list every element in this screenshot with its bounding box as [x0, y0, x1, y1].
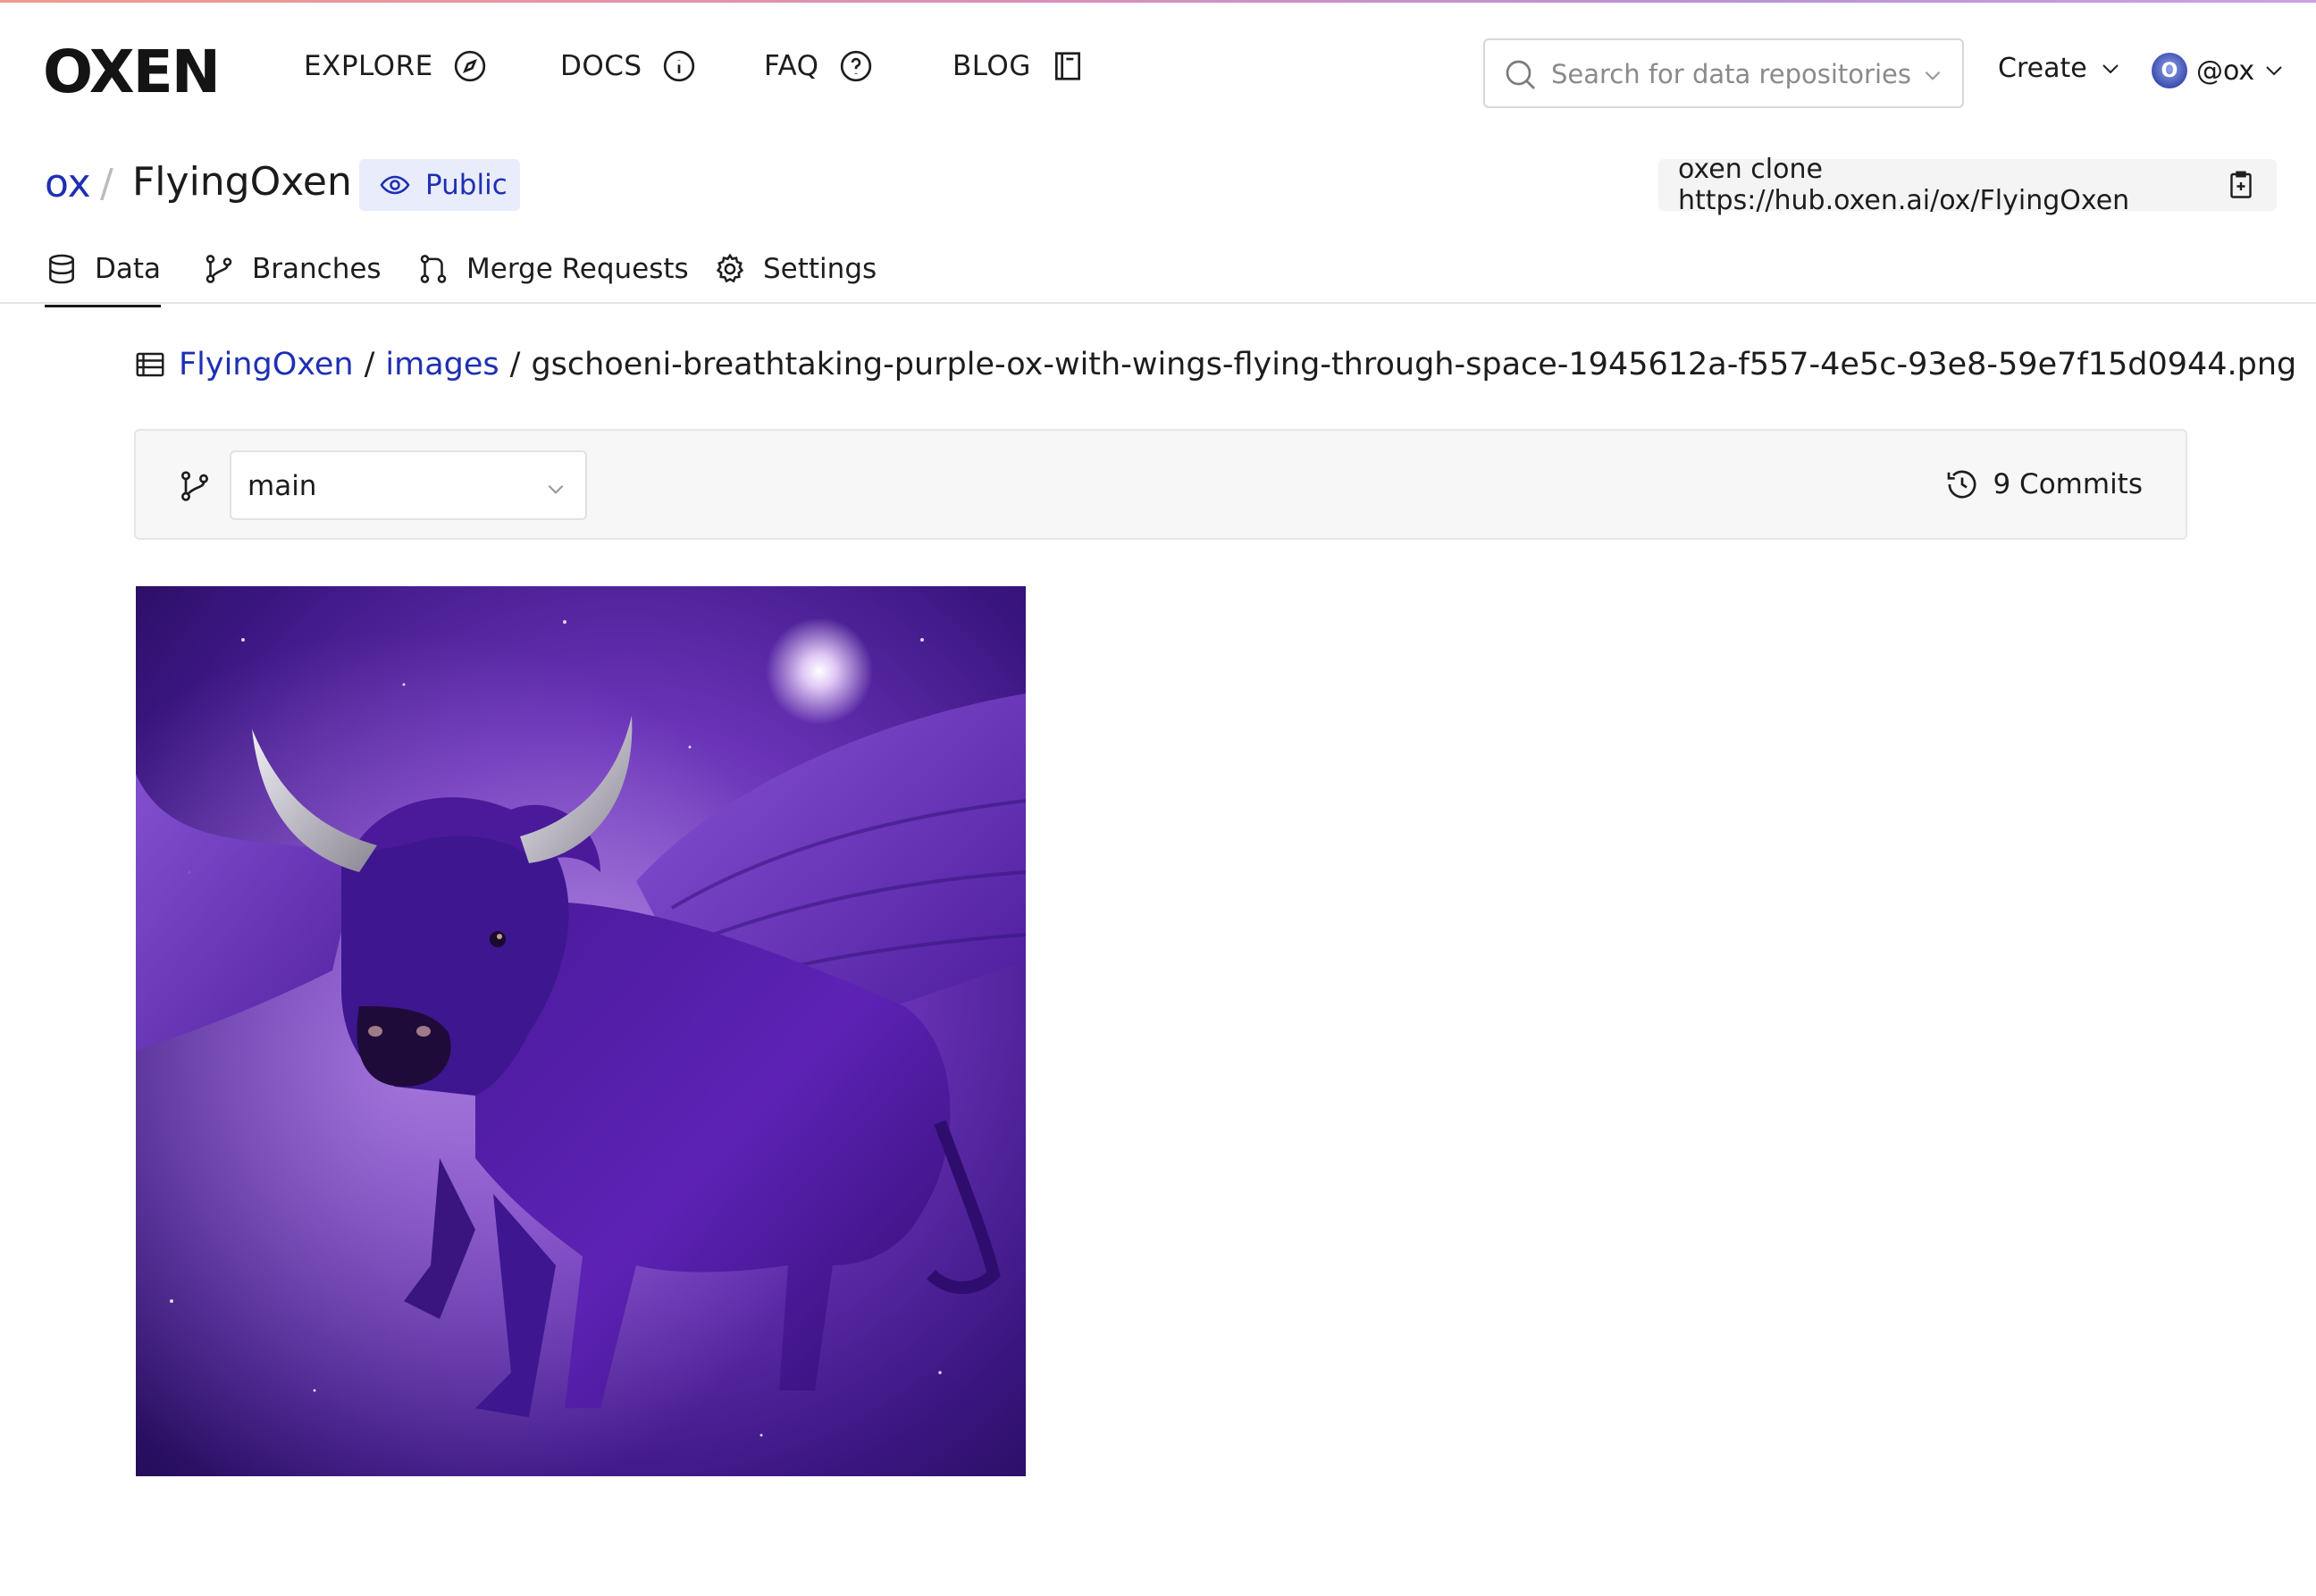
visibility-label: Public: [425, 169, 508, 201]
chevron-down-icon: [2102, 63, 2119, 73]
search-icon: [1506, 60, 1535, 89]
clone-command-text: oxen clone https://hub.oxen.ai/ox/Flying…: [1678, 154, 2130, 216]
branch-icon: [180, 471, 209, 501]
search-placeholder: Search for data repositories: [1551, 59, 1911, 89]
create-menu-button[interactable]: Create: [1998, 53, 2121, 84]
database-icon: [49, 254, 74, 284]
tab-data-label: Data: [95, 253, 162, 285]
visibility-badge: Public: [359, 159, 520, 211]
nav-explore[interactable]: EXPLORE: [304, 49, 487, 83]
flying-purple-ox-image: [136, 586, 1026, 1476]
tab-branches[interactable]: Branches: [202, 252, 382, 286]
clone-command-box[interactable]: oxen clone https://hub.oxen.ai/ox/Flying…: [1658, 154, 2277, 216]
repo-search-input[interactable]: Search for data repositories: [1483, 38, 1964, 108]
nav-faq[interactable]: FAQ: [764, 49, 873, 83]
tab-settings[interactable]: Settings: [713, 252, 877, 286]
info-icon: [663, 50, 694, 82]
nav-blog[interactable]: BLOG: [952, 49, 1085, 83]
compass-icon: [454, 50, 485, 82]
repo-name[interactable]: FlyingOxen: [132, 159, 352, 205]
tab-settings-label: Settings: [763, 253, 877, 285]
breadcrumb-separator: /: [364, 347, 375, 382]
commits-link[interactable]: 9 Commits: [1944, 466, 2143, 502]
chevron-down-icon: [548, 484, 564, 494]
repo-separator: /: [100, 161, 113, 206]
tab-merge-requests[interactable]: Merge Requests: [416, 252, 689, 286]
branch-select-value: main: [248, 470, 317, 502]
username-label: @ox: [2196, 55, 2255, 87]
breadcrumb-file-name: gschoeni-breathtaking-purple-ox-with-win…: [531, 347, 2297, 382]
repo-owner-link[interactable]: ox: [45, 161, 91, 206]
avatar: O: [2152, 53, 2187, 88]
merge-icon: [420, 255, 447, 283]
breadcrumb-folder-link[interactable]: images: [385, 347, 499, 382]
nav-docs-label: DOCS: [560, 50, 642, 82]
breadcrumb-separator: /: [509, 347, 521, 382]
breadcrumb-repo-link[interactable]: FlyingOxen: [179, 347, 354, 382]
question-icon: [840, 50, 871, 82]
nav-docs[interactable]: DOCS: [560, 49, 696, 83]
chevron-down-icon[interactable]: [1921, 63, 1944, 87]
eye-icon: [380, 175, 410, 195]
breadcrumb: FlyingOxen / images / gschoeni-breathtak…: [134, 347, 2296, 382]
history-icon: [1948, 470, 1976, 499]
repo-tabs: Data Branches Merge Requests Settings: [0, 241, 2316, 307]
image-preview: [136, 586, 1026, 1476]
nav-explore-label: EXPLORE: [304, 50, 433, 82]
commits-label: 9 Commits: [1993, 468, 2143, 500]
nav-faq-label: FAQ: [764, 50, 819, 82]
create-label: Create: [1998, 53, 2087, 84]
tab-data[interactable]: Data: [45, 252, 162, 307]
top-header: OXEN EXPLORE DOCS FAQ BLOG Search for da…: [0, 3, 2316, 144]
clipboard-icon[interactable]: [2225, 169, 2257, 201]
branch-bar: main 9 Commits: [134, 429, 2187, 540]
gear-icon: [716, 253, 744, 283]
chevron-down-icon: [2266, 66, 2282, 76]
branch-select[interactable]: main: [230, 450, 587, 520]
nav-blog-label: BLOG: [952, 50, 1031, 82]
tab-branches-label: Branches: [252, 253, 382, 285]
user-menu-button[interactable]: O @ox: [2152, 53, 2285, 88]
oxen-logo[interactable]: OXEN: [43, 43, 221, 102]
book-icon: [1054, 52, 1080, 80]
branch-icon: [206, 255, 232, 283]
tab-merge-requests-label: Merge Requests: [466, 253, 689, 285]
table-icon: [136, 352, 164, 377]
